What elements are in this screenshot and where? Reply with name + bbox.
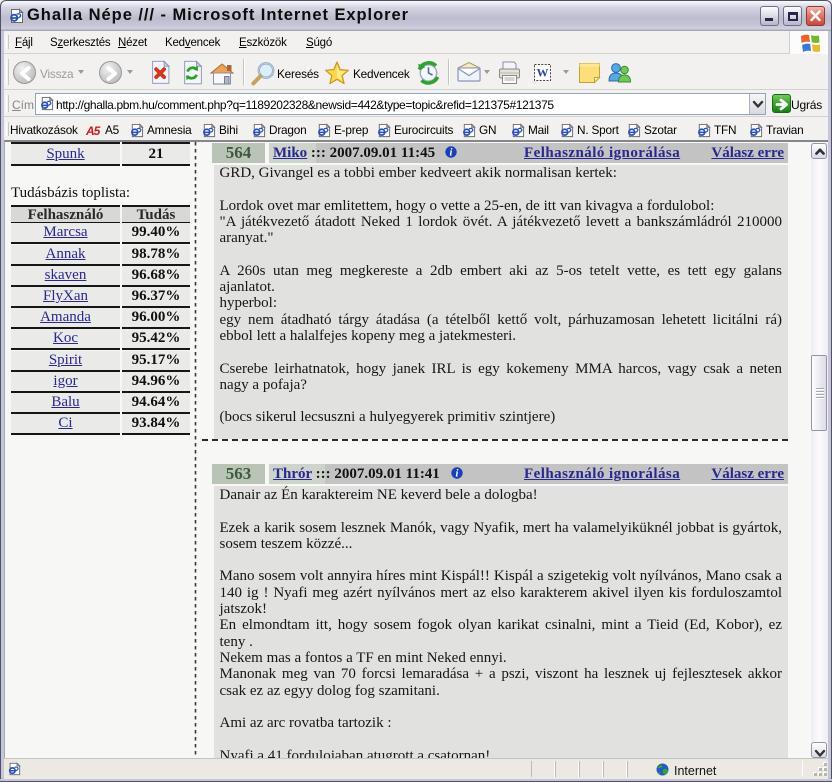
svg-text:i: i: [450, 148, 453, 158]
svg-text:i: i: [456, 469, 459, 479]
svg-text:W: W: [537, 66, 549, 80]
